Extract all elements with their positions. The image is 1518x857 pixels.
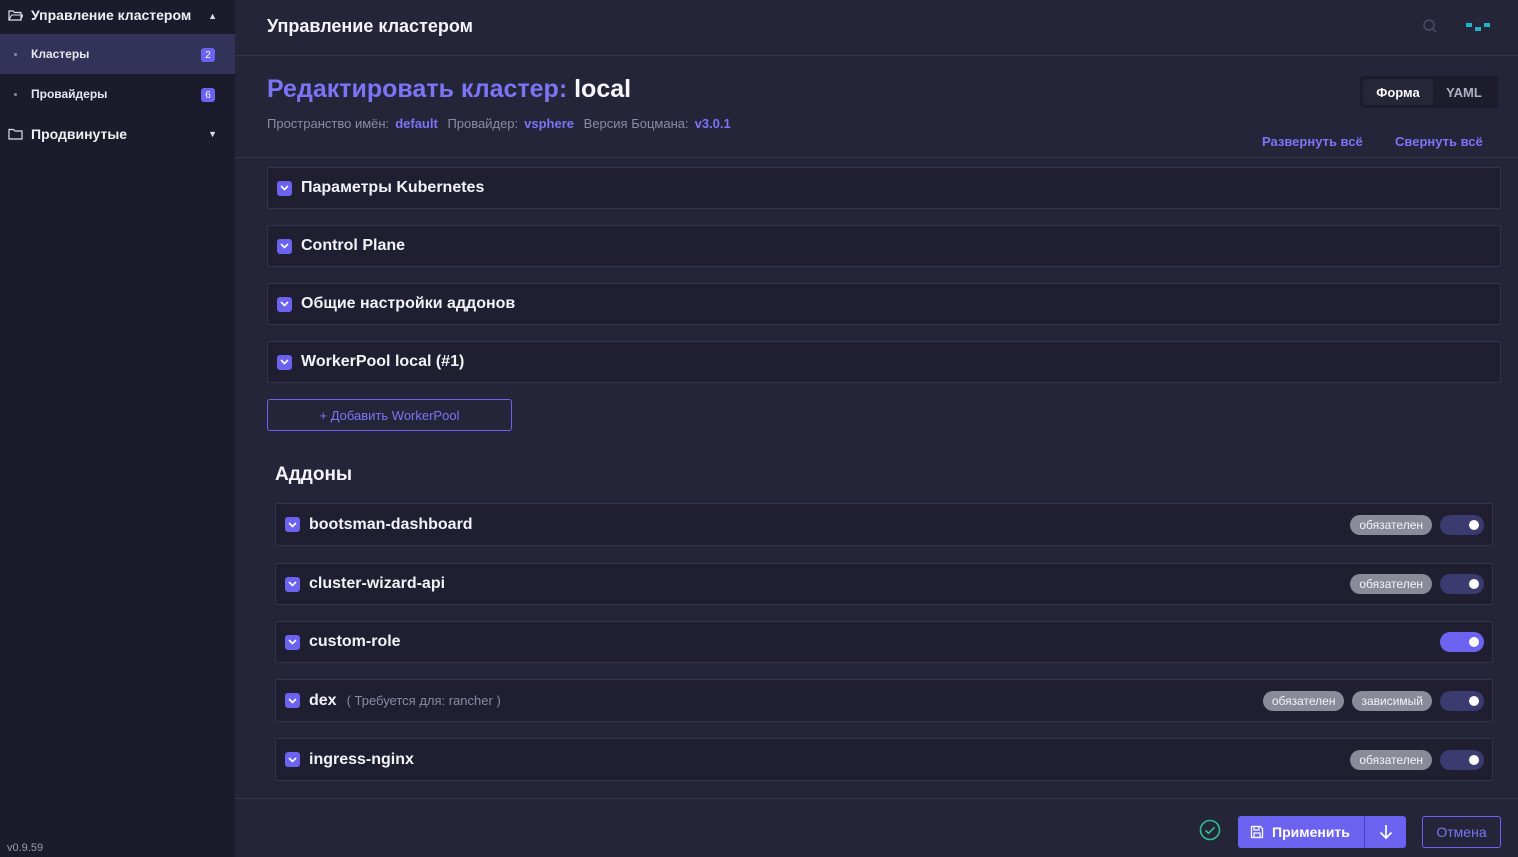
top-bar: Управление кластером bbox=[235, 0, 1518, 56]
sidebar-item-label: Провайдеры bbox=[31, 87, 108, 101]
section-title: Параметры Kubernetes bbox=[301, 179, 485, 196]
namespace-label: Пространство имён: bbox=[267, 116, 390, 131]
chevron-down-icon[interactable] bbox=[285, 752, 300, 767]
caret-down-icon: ▼ bbox=[208, 129, 217, 139]
divider bbox=[235, 157, 1518, 158]
addon-name: ingress-nginx bbox=[309, 750, 414, 768]
tab-form[interactable]: Форма bbox=[1363, 79, 1433, 105]
count-badge: 2 bbox=[201, 48, 215, 62]
provider-label: Провайдер: bbox=[447, 116, 519, 131]
sidebar-group-cluster-management[interactable]: Управление кластером ▲ bbox=[0, 0, 235, 30]
section-addon-settings[interactable]: Общие настройки аддонов bbox=[267, 283, 1501, 325]
cancel-button[interactable]: Отмена bbox=[1422, 816, 1501, 848]
sidebar-item-clusters[interactable]: Кластеры 2 bbox=[0, 34, 235, 74]
addon-row-bootsman-dashboard[interactable]: bootsman-dashboard обязателен bbox=[275, 503, 1493, 546]
caret-up-icon: ▲ bbox=[208, 11, 217, 21]
addon-row-dex[interactable]: dex ( Требуется для: rancher ) обязателе… bbox=[275, 679, 1493, 722]
chevron-down-icon[interactable] bbox=[277, 238, 292, 254]
addon-controls: обязателен bbox=[1350, 504, 1484, 545]
chevron-down-icon[interactable] bbox=[285, 634, 300, 650]
chevron-down-icon[interactable] bbox=[277, 180, 292, 196]
version-value[interactable]: v3.0.1 bbox=[695, 116, 731, 131]
sidebar-item-providers[interactable]: Провайдеры 6 bbox=[0, 74, 235, 114]
collapse-all-link[interactable]: Свернуть всё bbox=[1395, 134, 1483, 149]
section-title: Control Plane bbox=[301, 237, 406, 254]
sidebar: Управление кластером ▲ Кластеры 2 Провай… bbox=[0, 0, 235, 857]
footer-bar: Применить Отмена bbox=[235, 798, 1518, 857]
chevron-down-icon[interactable] bbox=[285, 576, 300, 592]
chevron-down-icon[interactable] bbox=[277, 354, 292, 370]
addon-toggle[interactable] bbox=[1440, 632, 1484, 652]
arrow-down-icon[interactable] bbox=[1365, 816, 1406, 848]
bullet-icon bbox=[14, 92, 17, 96]
addon-name: cluster-wizard-api bbox=[309, 575, 446, 592]
addon-controls: обязателен bbox=[1350, 739, 1484, 780]
save-icon bbox=[1250, 825, 1264, 839]
addon-controls bbox=[1440, 622, 1484, 662]
required-badge: обязателен bbox=[1350, 749, 1432, 770]
addon-toggle[interactable] bbox=[1440, 749, 1484, 770]
addon-toggle[interactable] bbox=[1440, 514, 1484, 535]
apply-label: Применить bbox=[1272, 824, 1350, 840]
page-title-cluster-name: local bbox=[574, 75, 632, 103]
cluster-meta: Пространство имён: default Провайдер: vsph… bbox=[267, 116, 737, 131]
addon-toggle[interactable] bbox=[1440, 690, 1484, 711]
add-workerpool-button[interactable]: + Добавить WorkerPool bbox=[267, 399, 512, 431]
folder-icon bbox=[8, 128, 23, 140]
dependent-badge: зависимый bbox=[1352, 690, 1432, 711]
addon-name: custom-role bbox=[309, 633, 401, 650]
addon-controls: обязателен зависимый bbox=[1262, 680, 1484, 721]
addon-row-cluster-wizard-api[interactable]: cluster-wizard-api обязателен bbox=[275, 563, 1493, 605]
section-workerpool[interactable]: WorkerPool local (#1) bbox=[267, 341, 1501, 383]
addon-dependency-hint: ( Требуется для: rancher ) bbox=[346, 693, 501, 708]
apply-main[interactable]: Применить bbox=[1238, 816, 1365, 848]
expand-all-link[interactable]: Развернуть всё bbox=[1262, 134, 1363, 149]
chevron-down-icon[interactable] bbox=[285, 517, 300, 532]
provider-value[interactable]: vsphere bbox=[524, 116, 574, 131]
section-kubernetes-params[interactable]: Параметры Kubernetes bbox=[267, 167, 1501, 209]
addon-name: bootsman-dashboard bbox=[309, 515, 473, 533]
section-title: Общие настройки аддонов bbox=[301, 295, 516, 312]
chevron-down-icon[interactable] bbox=[277, 296, 292, 312]
section-title: WorkerPool local (#1) bbox=[301, 353, 465, 370]
page-title-prefix: Редактировать кластер: bbox=[267, 75, 568, 103]
required-badge: обязателен bbox=[1262, 690, 1345, 711]
version-label: Версия Боцмана: bbox=[583, 116, 689, 131]
section-control-plane[interactable]: Control Plane bbox=[267, 225, 1501, 267]
namespace-value[interactable]: default bbox=[395, 116, 438, 131]
sidebar-group-label: Продвинутые bbox=[31, 126, 128, 142]
sidebar-item-label: Кластеры bbox=[31, 47, 90, 61]
bullet-icon bbox=[14, 52, 17, 56]
check-circle-icon bbox=[1199, 819, 1221, 841]
required-badge: обязателен bbox=[1350, 514, 1432, 535]
addon-name: dex bbox=[309, 691, 337, 709]
mode-switch: Форма YAML bbox=[1360, 76, 1498, 108]
sidebar-group-label: Управление кластером bbox=[31, 7, 192, 23]
app-version: v0.9.59 bbox=[7, 842, 44, 854]
addon-row-custom-role[interactable]: custom-role bbox=[275, 621, 1493, 663]
count-badge: 6 bbox=[201, 88, 215, 102]
sidebar-group-advanced[interactable]: Продвинутые ▼ bbox=[0, 114, 235, 154]
page-title: Редактировать кластер: local bbox=[267, 75, 631, 104]
tab-yaml[interactable]: YAML bbox=[1433, 79, 1495, 105]
logo-icon[interactable] bbox=[1465, 18, 1497, 38]
addon-row-ingress-nginx[interactable]: ingress-nginx обязателен bbox=[275, 738, 1493, 781]
search-icon[interactable] bbox=[1422, 18, 1438, 34]
addon-controls: обязателен bbox=[1350, 564, 1484, 604]
addons-heading: Аддоны bbox=[275, 464, 353, 485]
apply-button[interactable]: Применить bbox=[1238, 816, 1406, 848]
chevron-down-icon[interactable] bbox=[285, 693, 300, 708]
folder-open-icon bbox=[8, 10, 23, 21]
addon-toggle[interactable] bbox=[1440, 574, 1484, 594]
required-badge: обязателен bbox=[1350, 574, 1432, 594]
header-title: Управление кластером bbox=[267, 16, 473, 36]
